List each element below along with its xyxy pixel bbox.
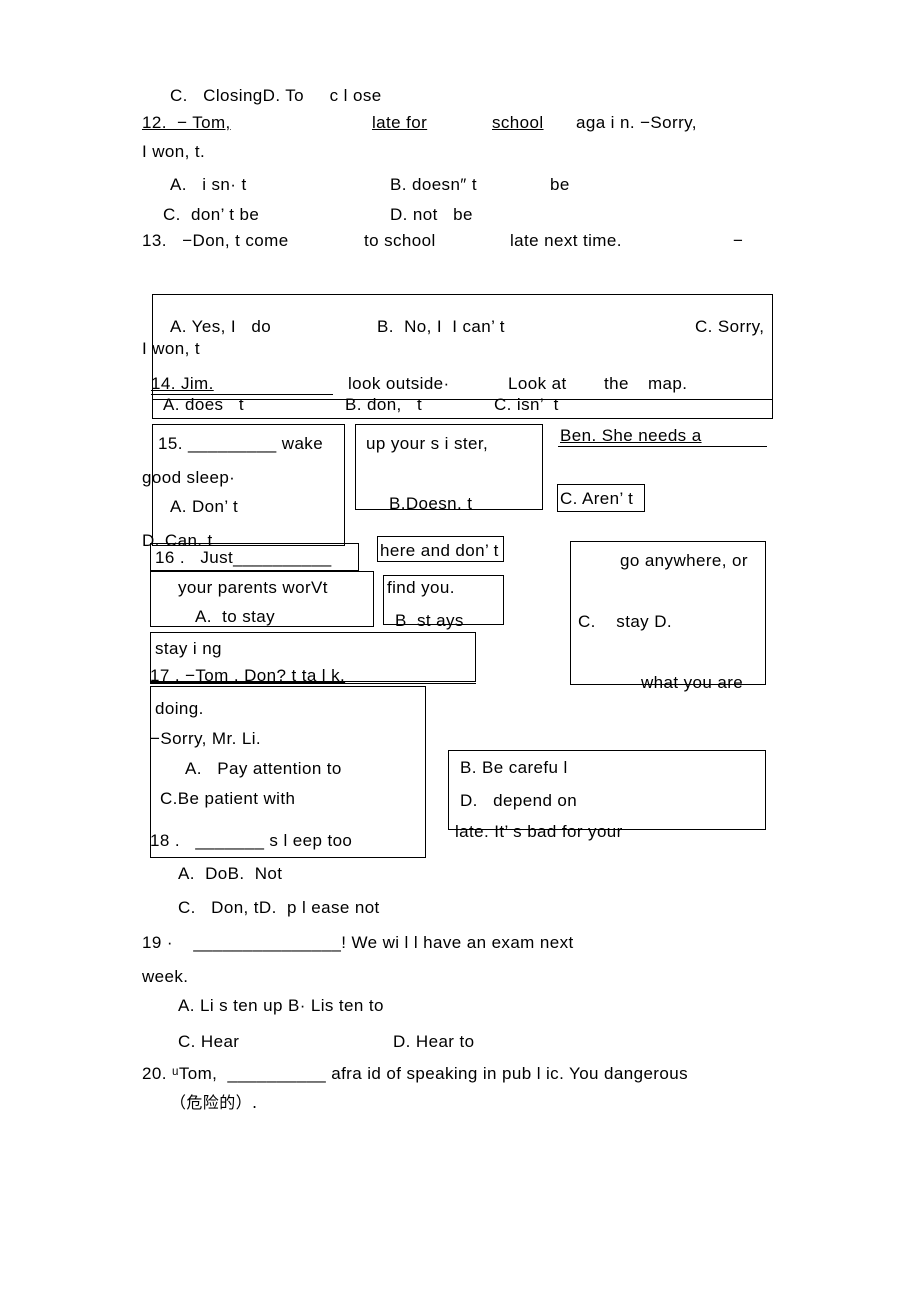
text-line-q15-c: Ben. She needs a [560,426,702,445]
text-line-q15: 15. _________ wake [158,434,324,453]
text-line-q12-option-a: A. i sn· t [170,175,247,194]
text-line-q16-option-a: A. to stay [195,607,275,626]
text-line-q17-option-c: C.Be patient with [160,789,296,808]
underline-q15-c [558,446,767,447]
text-line-q12-d: aga i n. −Sorry, [576,113,697,132]
text-line-q16-option-c: C. stay D. [578,612,672,631]
text-line-q18-option-a: A. DoB. Not [178,864,283,883]
text-line-q14-d: the [604,374,629,393]
text-line-q17-option-d: D. depend on [460,791,578,810]
text-line-q12-option-d: D. not be [390,205,473,224]
text-line-q17-option-b: B. Be carefu l [460,758,568,777]
text-line-q14-e: map. [648,374,688,393]
text-line-q12-option-b: B. doesn″ t [390,175,477,194]
text-line-q18-b: late. It’ s bad for your [455,822,623,841]
text-line-q12-e: I won, t. [142,142,206,161]
underline-q17 [150,683,476,684]
text-line-q14-option-a: A. does t [163,395,244,414]
text-line-q13-b: to school [364,231,436,250]
text-line-q15-b: up your s i ster, [366,434,489,453]
text-line-q18: 18 . _______ s l eep too [150,831,353,850]
text-line-q14-c: Look at [508,374,567,393]
text-line-q12-b: late for [372,113,428,132]
text-line-q17-c: doing. [155,699,204,718]
text-line-q19-option-c: C. Hear [178,1032,240,1051]
text-line-q20: 20. ᵘTom, __________ afra id of speaking… [142,1064,688,1083]
text-line-q17-d: −Sorry, Mr. Li. [150,729,262,748]
text-line-q16-c: go anywhere, or [620,551,748,570]
text-line-q17-b: what you are [641,673,744,692]
text-line-q13: 13. −Don, t come [142,231,289,250]
text-line-q20-b: （危险的）. [170,1093,258,1112]
text-line-q19-option-a: A. Li s ten up B· Lis ten to [178,996,384,1015]
text-line-c-closing: C. ClosingD. To c l ose [170,86,382,105]
text-line-q13-d: − [733,231,744,250]
text-line-q15-option-c: C. Aren’ t [560,489,634,508]
text-line-q16-d: your parents worVt [178,578,328,597]
divider-q14 [152,399,773,400]
text-line-q15-d: good sleep· [142,468,236,487]
text-line-q19-option-d: D. Hear to [393,1032,475,1051]
text-line-q16-option-b: B st ays [395,611,464,630]
text-line-q19-b: week. [142,967,189,986]
text-line-q18-option-c: C. Don, tD. p l ease not [178,898,380,917]
text-line-q15-option-a: A. Don’ t [170,497,239,516]
text-line-q13-option-c2: I won, t [142,339,201,358]
text-line-q16: 16 . Just__________ [155,548,332,567]
text-line-q14-option-c: C. isn’ t [494,395,559,414]
question-box-13-14 [152,294,773,419]
text-line-q13-option-b: B. No, I I can’ t [377,317,505,336]
text-line-q12-option-c: C. don’ t be [163,205,260,224]
text-line-q17-option-a: A. Pay attention to [185,759,342,778]
text-line-q13-c: late next time. [510,231,622,250]
text-line-q14-option-b: B. don, t [345,395,423,414]
text-line-q14-b: look outside· [348,374,450,393]
text-line-q16-b: here and don’ t [380,541,499,560]
text-line-q14: 14. Jim. [151,374,214,393]
text-line-q16-e: find you. [387,578,455,597]
text-line-q13-option-a: A. Yes, I do [170,317,272,336]
document-page: C. ClosingD. To c l ose 12. − Tom, late … [0,0,920,1301]
text-line-q15-option-b: B.Doesn. t [389,494,473,513]
text-line-q13-option-c: C. Sorry, [695,317,765,336]
text-line-q12-c: school [492,113,544,132]
text-line-q12-option-b2: be [550,175,570,194]
text-line-q12: 12. − Tom, [142,113,231,132]
text-line-q16-option-d: stay i ng [155,639,222,658]
text-line-q19: 19 · _______________! We wi l l have an … [142,933,574,952]
